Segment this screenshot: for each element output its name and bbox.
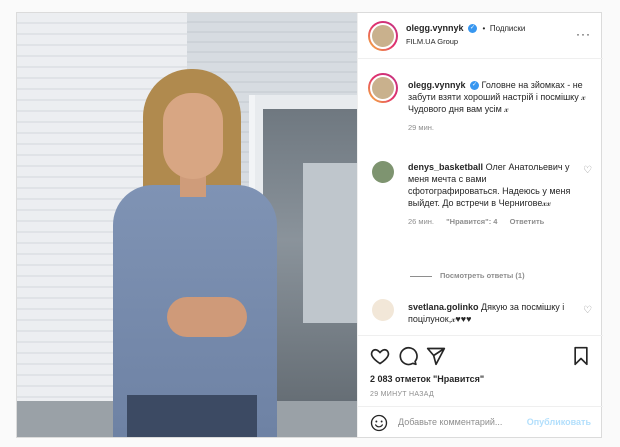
header-location[interactable]: FILM.UA Group [406,37,458,46]
comment-time[interactable]: 26 мин. [408,217,434,226]
caption-username[interactable]: olegg.vynnyk [408,80,466,90]
photo-person-face [163,93,223,179]
caption-avatar [370,75,396,101]
comment-avatar[interactable] [372,299,394,321]
header-username[interactable]: olegg.vynnyk [406,23,464,33]
emoji-smiley-icon[interactable] [370,414,388,432]
comment-meta: 26 мин. "Нравится": 4 Ответить [408,217,578,226]
follow-status-button[interactable]: Подписки [490,24,525,33]
author-avatar [370,23,396,49]
save-bookmark-icon[interactable] [571,346,591,366]
header-separator: • [482,24,486,33]
caption-time[interactable]: 29 мин. [408,123,596,132]
reply-button[interactable]: Ответить [510,217,545,226]
view-replies-label: Посмотреть ответы (1) [440,271,525,280]
comment-like-heart-icon[interactable]: ♡ [583,305,592,316]
post-side-panel: olegg.vynnyk ✓ • Подписки FILM.UA Group … [357,13,603,437]
comment-bubble-icon[interactable] [398,346,418,366]
post-header: olegg.vynnyk ✓ • Подписки FILM.UA Group … [358,13,603,59]
publish-button[interactable]: Опубликовать [527,417,591,427]
add-comment-input[interactable]: Добавьте комментарий... [398,417,502,427]
add-comment-bar: Добавьте комментарий... Опубликовать [358,406,603,438]
comment-like-heart-icon[interactable]: ♡ [583,165,592,176]
comment-username[interactable]: denys_basketball [408,162,483,172]
caption: olegg.vynnyk ✓ Головне на зйомках - не з… [408,79,596,132]
likes-count[interactable]: 2 083 отметок "Нравится" [370,374,484,384]
share-send-icon[interactable] [426,346,446,366]
comment-item: svetlana.golinko Дякую за посмішку і поц… [408,301,578,325]
post-actions: 2 083 отметок "Нравится" 29 МИНУТ НАЗАД … [358,335,603,437]
caption-avatar-ring[interactable] [368,73,398,103]
comment-item: denys_basketball Олег Анатольевич у меня… [408,161,578,226]
view-replies-button[interactable]: Посмотреть ответы (1) [410,271,525,280]
comment-likes[interactable]: "Нравится": 4 [446,217,497,226]
verified-badge-icon: ✓ [470,81,480,91]
author-avatar-ring[interactable] [368,21,398,51]
post-dialog: olegg.vynnyk ✓ • Подписки FILM.UA Group … [16,12,603,438]
comment-username[interactable]: svetlana.golinko [408,302,479,312]
like-heart-icon[interactable] [370,346,390,366]
photo-truck [303,163,357,323]
comment-avatar[interactable] [372,161,394,183]
post-photo[interactable] [17,13,357,437]
posted-time[interactable]: 29 МИНУТ НАЗАД [370,391,434,398]
more-options-icon[interactable]: ··· [576,27,591,41]
photo-person-jeans [127,395,257,437]
photo-person-hands [167,297,247,337]
view-replies-line [410,275,432,277]
verified-badge-icon: ✓ [468,24,478,34]
